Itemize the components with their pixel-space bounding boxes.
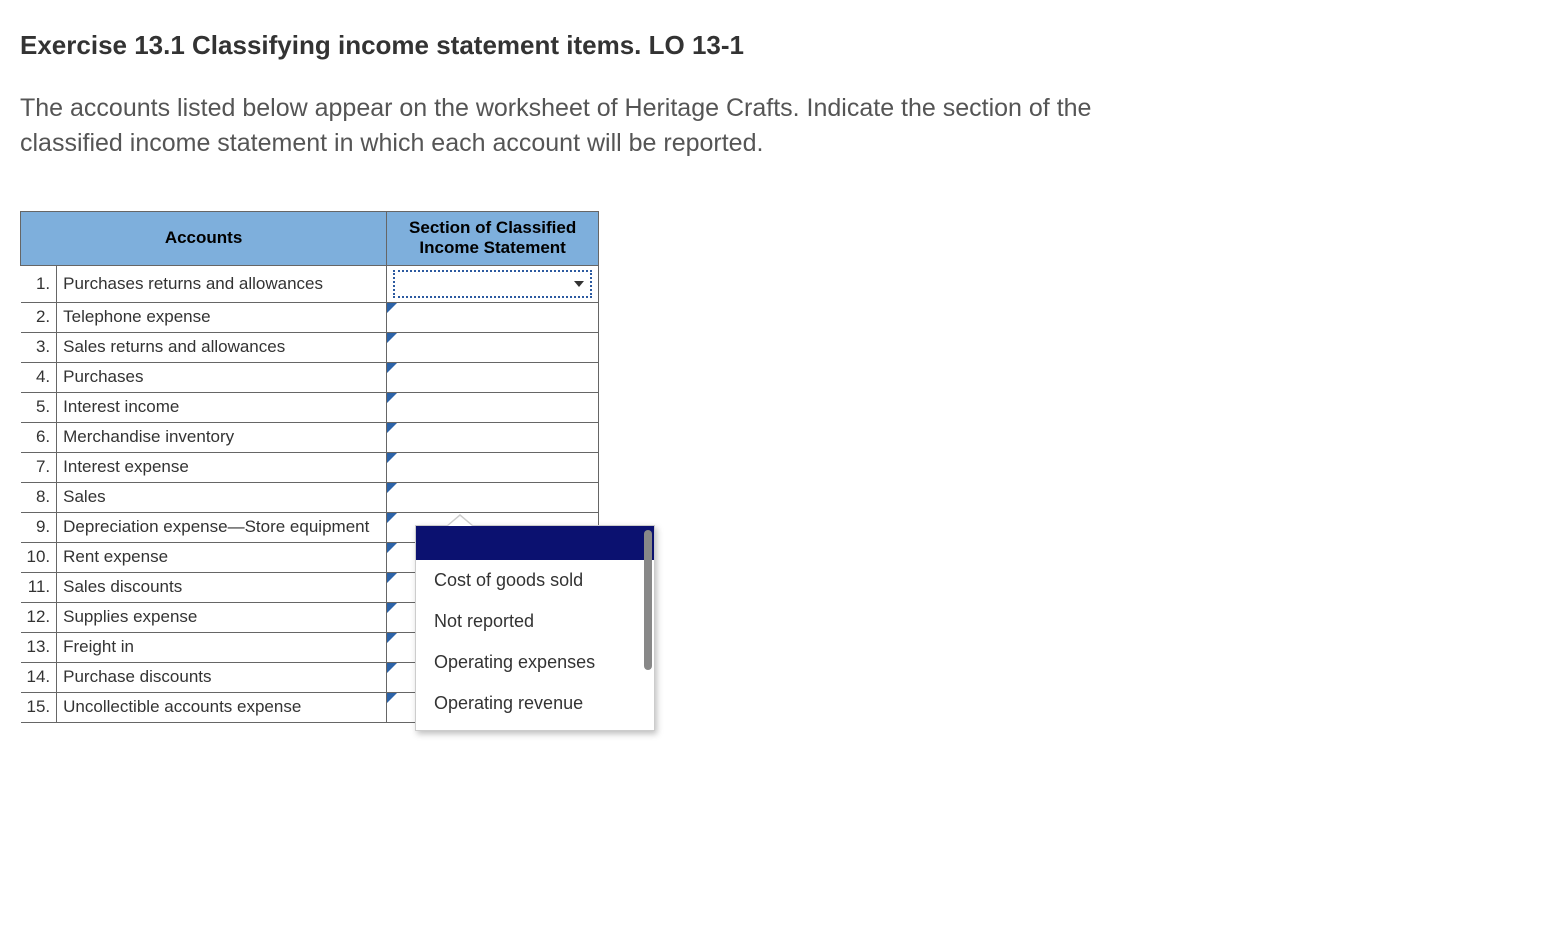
dropdown-indicator-icon [387, 423, 397, 433]
row-number: 7. [21, 452, 57, 482]
dropdown-indicator-icon [387, 633, 397, 643]
row-number: 15. [21, 692, 57, 722]
dropdown-option[interactable]: Operating revenue [416, 683, 654, 724]
row-number: 6. [21, 422, 57, 452]
section-select-cell[interactable] [387, 302, 599, 332]
account-name: Telephone expense [57, 302, 387, 332]
section-select-cell-active[interactable] [387, 265, 599, 302]
row-number: 1. [21, 265, 57, 302]
dropdown-indicator-icon [387, 453, 397, 463]
dropdown-indicator-icon [387, 663, 397, 673]
account-name: Purchases returns and allowances [57, 265, 387, 302]
table-row: 3. Sales returns and allowances [21, 332, 599, 362]
table-row: 2. Telephone expense [21, 302, 599, 332]
table-row: 1. Purchases returns and allowances [21, 265, 599, 302]
row-number: 8. [21, 482, 57, 512]
dropdown-indicator-icon [387, 573, 397, 583]
account-name: Purchases [57, 362, 387, 392]
table-row: 4. Purchases [21, 362, 599, 392]
exercise-title: Exercise 13.1 Classifying income stateme… [20, 30, 1536, 61]
dropdown-indicator-icon [387, 333, 397, 343]
table-row: 6. Merchandise inventory [21, 422, 599, 452]
row-number: 12. [21, 602, 57, 632]
account-name: Uncollectible accounts expense [57, 692, 387, 722]
dropdown-option[interactable]: Cost of goods sold [416, 560, 654, 601]
dropdown-scrollbar[interactable] [644, 530, 652, 670]
dropdown-indicator-icon [387, 483, 397, 493]
dropdown-indicator-icon [387, 363, 397, 373]
row-number: 3. [21, 332, 57, 362]
dropdown-option-blank[interactable] [416, 526, 654, 560]
header-section: Section of Classified Income Statement [387, 212, 599, 266]
account-name: Sales discounts [57, 572, 387, 602]
table-row: 5. Interest income [21, 392, 599, 422]
section-dropdown-panel[interactable]: Cost of goods sold Not reported Operatin… [415, 525, 655, 731]
dropdown-pointer-icon [446, 514, 474, 526]
account-name: Freight in [57, 632, 387, 662]
header-accounts: Accounts [21, 212, 387, 266]
dropdown-indicator-icon [387, 513, 397, 523]
table-row: 7. Interest expense [21, 452, 599, 482]
account-name: Supplies expense [57, 602, 387, 632]
account-name: Interest income [57, 392, 387, 422]
row-number: 14. [21, 662, 57, 692]
section-select-cell[interactable] [387, 392, 599, 422]
dropdown-indicator-icon [387, 603, 397, 613]
row-number: 2. [21, 302, 57, 332]
section-select-cell[interactable] [387, 482, 599, 512]
dropdown-option[interactable]: Not reported [416, 601, 654, 642]
exercise-instructions: The accounts listed below appear on the … [20, 91, 1140, 161]
section-select-cell[interactable] [387, 332, 599, 362]
row-number: 9. [21, 512, 57, 542]
account-name: Rent expense [57, 542, 387, 572]
row-number: 13. [21, 632, 57, 662]
exercise-table-wrap: Accounts Section of Classified Income St… [20, 211, 620, 723]
dropdown-indicator-icon [387, 303, 397, 313]
account-name: Purchase discounts [57, 662, 387, 692]
section-select-cell[interactable] [387, 452, 599, 482]
account-name: Interest expense [57, 452, 387, 482]
dropdown-indicator-icon [387, 393, 397, 403]
table-row: 8. Sales [21, 482, 599, 512]
account-name: Merchandise inventory [57, 422, 387, 452]
section-select-cell[interactable] [387, 422, 599, 452]
dropdown-option[interactable]: Operating expenses [416, 642, 654, 683]
account-name: Sales returns and allowances [57, 332, 387, 362]
dropdown-indicator-icon [387, 543, 397, 553]
row-number: 11. [21, 572, 57, 602]
row-number: 5. [21, 392, 57, 422]
chevron-down-icon [574, 281, 584, 287]
row-number: 4. [21, 362, 57, 392]
account-name: Depreciation expense—Store equipment [57, 512, 387, 542]
account-name: Sales [57, 482, 387, 512]
row-number: 10. [21, 542, 57, 572]
section-select-cell[interactable] [387, 362, 599, 392]
dropdown-indicator-icon [387, 693, 397, 703]
